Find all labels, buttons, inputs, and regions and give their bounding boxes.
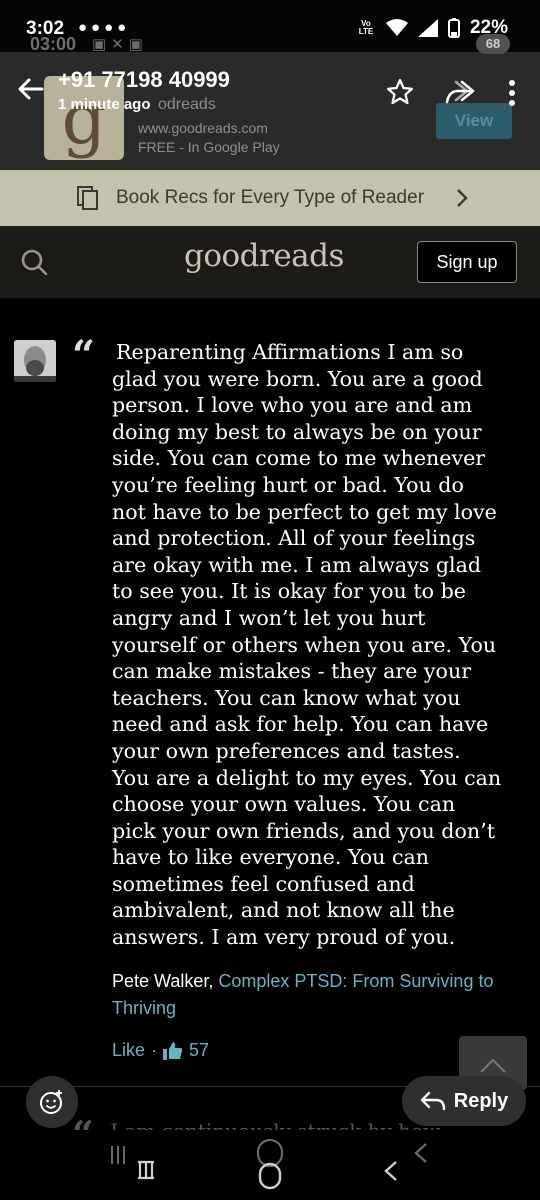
status-bar: 3:02 ●●●● Vo LTE 22% <box>0 0 540 52</box>
goodreads-logo[interactable]: goodreads <box>184 238 344 274</box>
book-stack-icon <box>77 186 98 210</box>
ghost-notification-icons: ▣✕▣ <box>92 36 148 53</box>
signal-icon <box>417 19 438 37</box>
like-separator: · <box>151 1040 158 1060</box>
quote-line: answers. I am very proud of you. <box>112 925 456 950</box>
thumbs-up-icon <box>163 1041 183 1060</box>
quote-line: need and ask for help. You can have <box>112 712 489 737</box>
quote-line: can make mistakes - they are your <box>112 659 472 684</box>
like-link[interactable]: Like <box>112 1040 145 1061</box>
view-button[interactable]: View <box>436 103 512 139</box>
volte-indicator: Vo LTE <box>358 19 374 36</box>
emoji-reaction-button[interactable] <box>26 1076 78 1128</box>
quote-line: sometimes feel confused and <box>112 871 415 896</box>
quote-line: have to like everyone. You can <box>112 845 430 870</box>
quote-line: and protection. All of your feelings <box>112 526 476 551</box>
quote-attribution: Pete Walker, Complex PTSD: From Survivin… <box>112 968 522 1022</box>
author-portrait-icon <box>14 340 56 382</box>
author-name[interactable]: Pete Walker, <box>112 971 213 991</box>
quote-line: yourself or others when you are. You <box>112 632 497 657</box>
like-count: 57 <box>189 1040 210 1060</box>
reply-arrow-icon <box>420 1091 445 1111</box>
home-icon[interactable] <box>252 1138 288 1190</box>
quote-mark-icon: “ <box>72 332 96 379</box>
quote-line: are okay with me. I am always glad <box>112 552 482 577</box>
quote-line: pick your own friends, and you don’t <box>112 818 495 843</box>
notification-icons: ●●●● <box>78 19 131 36</box>
last-seen: 1 minute ago <box>58 96 151 113</box>
quote-line: glad you were born. You are a good <box>112 366 483 391</box>
sign-up-button[interactable]: Sign up <box>417 241 517 283</box>
ghost-badge: 68 <box>476 34 510 54</box>
author-avatar[interactable] <box>14 340 56 382</box>
app-name: odreads <box>158 96 216 113</box>
quote-line: you’re feeling hurt or bad. You do <box>112 472 464 497</box>
wifi-icon <box>385 19 408 36</box>
quote-line: side. You can come to me whenever <box>112 446 486 471</box>
quote-line: to see you. It is okay for you to be <box>112 579 466 604</box>
contact-name[interactable]: +91 77198 40999 <box>58 67 230 93</box>
likes-row: Like · 57 <box>112 1040 209 1061</box>
quote-line: person. I love who you are and am <box>112 393 473 418</box>
chevron-right-icon <box>457 189 468 207</box>
add-emoji-icon <box>40 1090 62 1114</box>
search-icon[interactable] <box>20 248 48 276</box>
app-price: FREE - In Google Play <box>138 139 280 155</box>
quote-text: Reparenting Affirmations I am so glad you… <box>112 339 518 951</box>
quote-line: You are a delight to my eyes. You can <box>112 765 502 790</box>
back-arrow-icon[interactable] <box>14 72 48 106</box>
app-url: www.goodreads.com <box>138 120 268 136</box>
battery-icon <box>447 18 460 38</box>
reply-label: Reply <box>453 1089 509 1112</box>
quote-line: your own preferences and tastes. <box>112 738 461 763</box>
quote-line: angry and I won’t let you hurt <box>112 605 426 630</box>
recent-apps-icon[interactable] <box>108 1142 158 1182</box>
star-icon[interactable] <box>386 78 414 106</box>
reply-button[interactable]: Reply <box>402 1076 526 1126</box>
quote-line: teachers. You can know what you <box>112 685 461 710</box>
forward-icon[interactable] <box>444 78 476 106</box>
quote-line: doing my best to always be on your <box>112 419 482 444</box>
system-nav-bar <box>0 1130 540 1200</box>
back-nav-icon[interactable] <box>380 1140 430 1184</box>
quote-line: Reparenting Affirmations I am so <box>116 340 464 364</box>
ghost-status-time: 03:00 <box>30 34 77 54</box>
banner-text: Book Recs for Every Type of Reader <box>116 187 425 208</box>
book-recs-banner[interactable]: Book Recs for Every Type of Reader <box>0 170 540 226</box>
quote-line: choose your own values. You can <box>112 792 456 817</box>
goodreads-header: goodreads Sign up <box>0 226 540 298</box>
quote-line: not have to be perfect to get my love <box>112 499 497 524</box>
quote-line: ambivalent, and not know all the <box>112 898 455 923</box>
more-options-icon[interactable] <box>500 78 524 108</box>
